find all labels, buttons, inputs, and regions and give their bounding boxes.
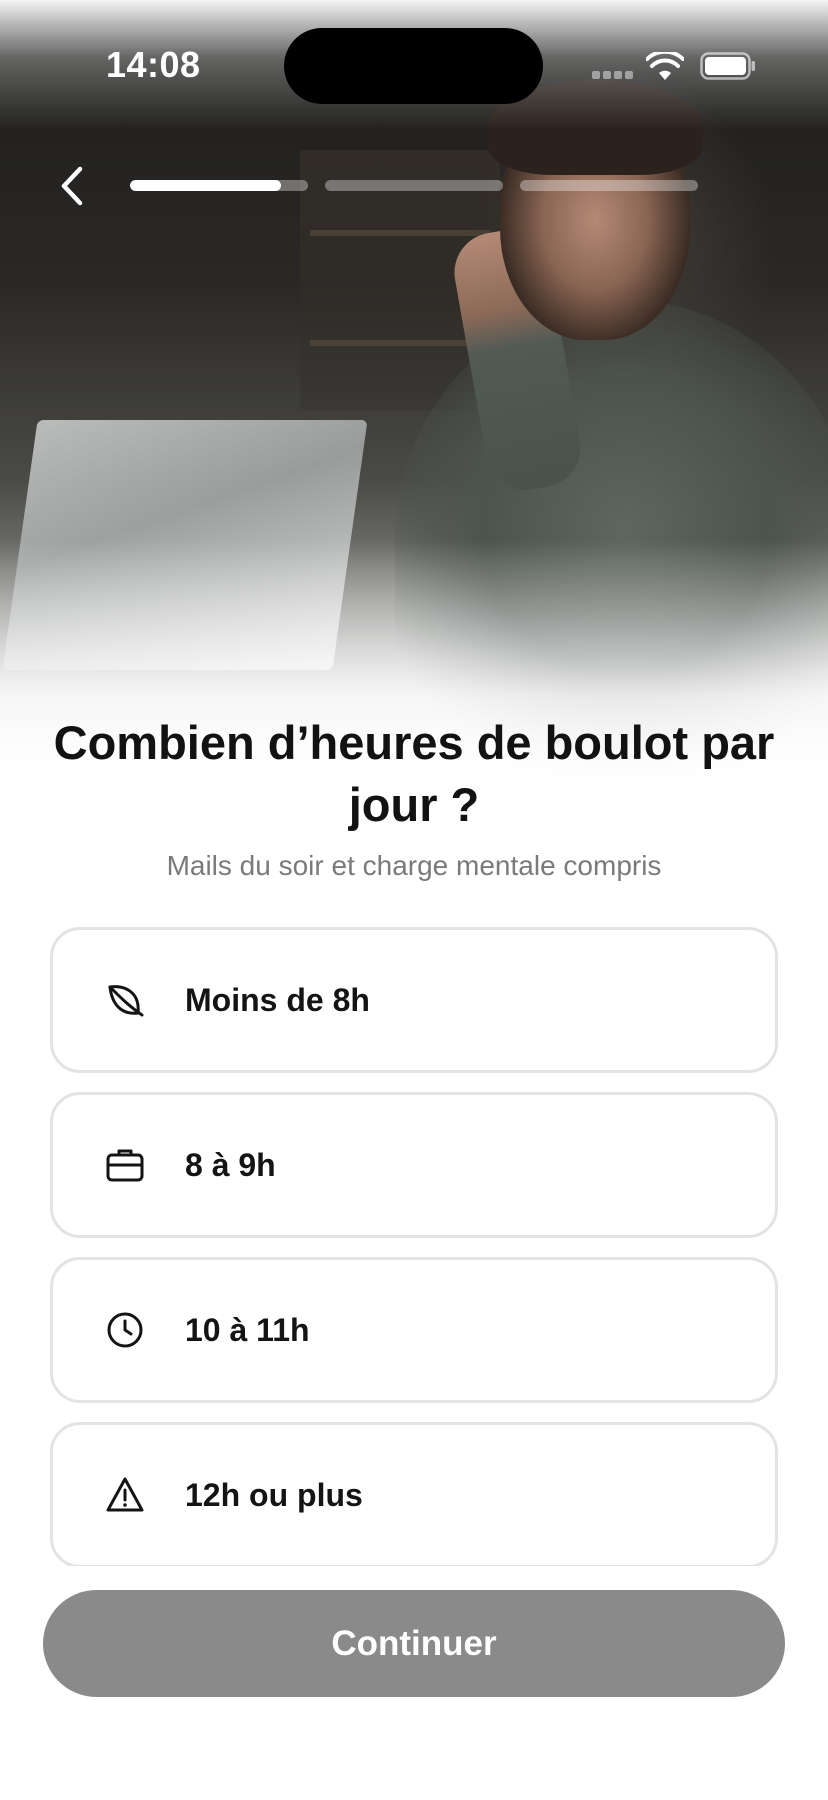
briefcase-icon xyxy=(103,1143,147,1187)
options-list: Moins de 8h 8 à 9h 10 à 11h 12h ou plus xyxy=(0,0,828,1566)
leaf-icon xyxy=(103,978,147,1022)
option-12h-ou-plus[interactable]: 12h ou plus xyxy=(50,1422,778,1566)
warning-icon xyxy=(103,1473,147,1517)
clock-icon xyxy=(103,1308,147,1352)
continue-button[interactable]: Continuer xyxy=(43,1590,785,1697)
option-10-a-11h[interactable]: 10 à 11h xyxy=(50,1257,778,1403)
option-label: 12h ou plus xyxy=(185,1476,363,1513)
option-label: Moins de 8h xyxy=(185,981,370,1018)
option-8-a-9h[interactable]: 8 à 9h xyxy=(50,1092,778,1238)
onboarding-screen: 14:08 Combien d’heures de boulot par jou… xyxy=(0,0,828,1800)
option-label: 10 à 11h xyxy=(185,1311,310,1348)
option-moins-de-8h[interactable]: Moins de 8h xyxy=(50,927,778,1073)
option-label: 8 à 9h xyxy=(185,1146,276,1183)
